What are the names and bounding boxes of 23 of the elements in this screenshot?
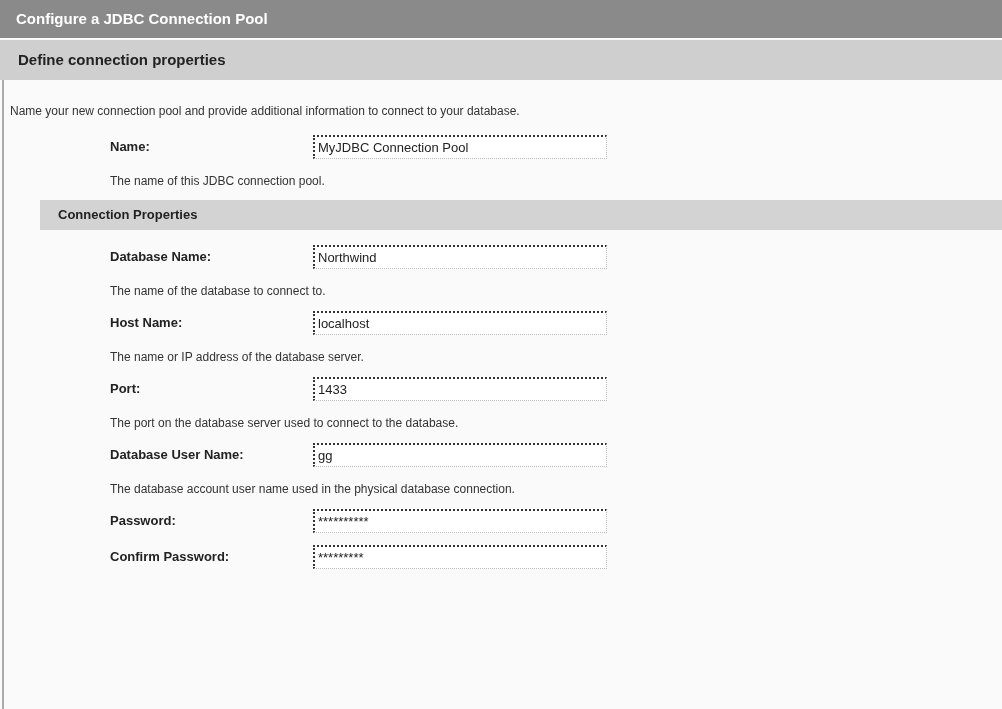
- field-label: Database Name:: [110, 248, 213, 267]
- page-title: Configure a JDBC Connection Pool: [16, 8, 268, 29]
- help-text: The port on the database server used to connect to the database.: [110, 415, 460, 432]
- input-field[interactable]: localhost: [313, 311, 607, 335]
- help-text: The name of this JDBC connection pool.: [110, 173, 326, 190]
- help-text: The database account user name used in the physical database connection.: [110, 481, 516, 498]
- subsection-title: Connection Properties: [58, 206, 198, 225]
- help-text: The name of the database to connect to.: [110, 283, 327, 300]
- input-field[interactable]: gg: [313, 443, 607, 467]
- field-label: Name:: [110, 138, 151, 157]
- input-field[interactable]: **********: [313, 509, 607, 533]
- help-text: The name or IP address of the database server.: [110, 349, 365, 366]
- section-title: Define connection properties: [18, 49, 226, 70]
- field-label: Port:: [110, 380, 142, 399]
- input-field[interactable]: Northwind: [313, 245, 607, 269]
- field-label: Password:: [110, 512, 177, 531]
- field-label: Database User Name:: [110, 446, 245, 465]
- intro-text: Name your new connection pool and provide additional information to connect to your database.: [10, 103, 521, 120]
- field-label: Host Name:: [110, 314, 184, 333]
- field-label: Confirm Password:: [110, 548, 231, 567]
- input-field[interactable]: 1433: [313, 377, 607, 401]
- input-field[interactable]: *********: [313, 545, 607, 569]
- input-field[interactable]: MyJDBC Connection Pool: [313, 135, 607, 159]
